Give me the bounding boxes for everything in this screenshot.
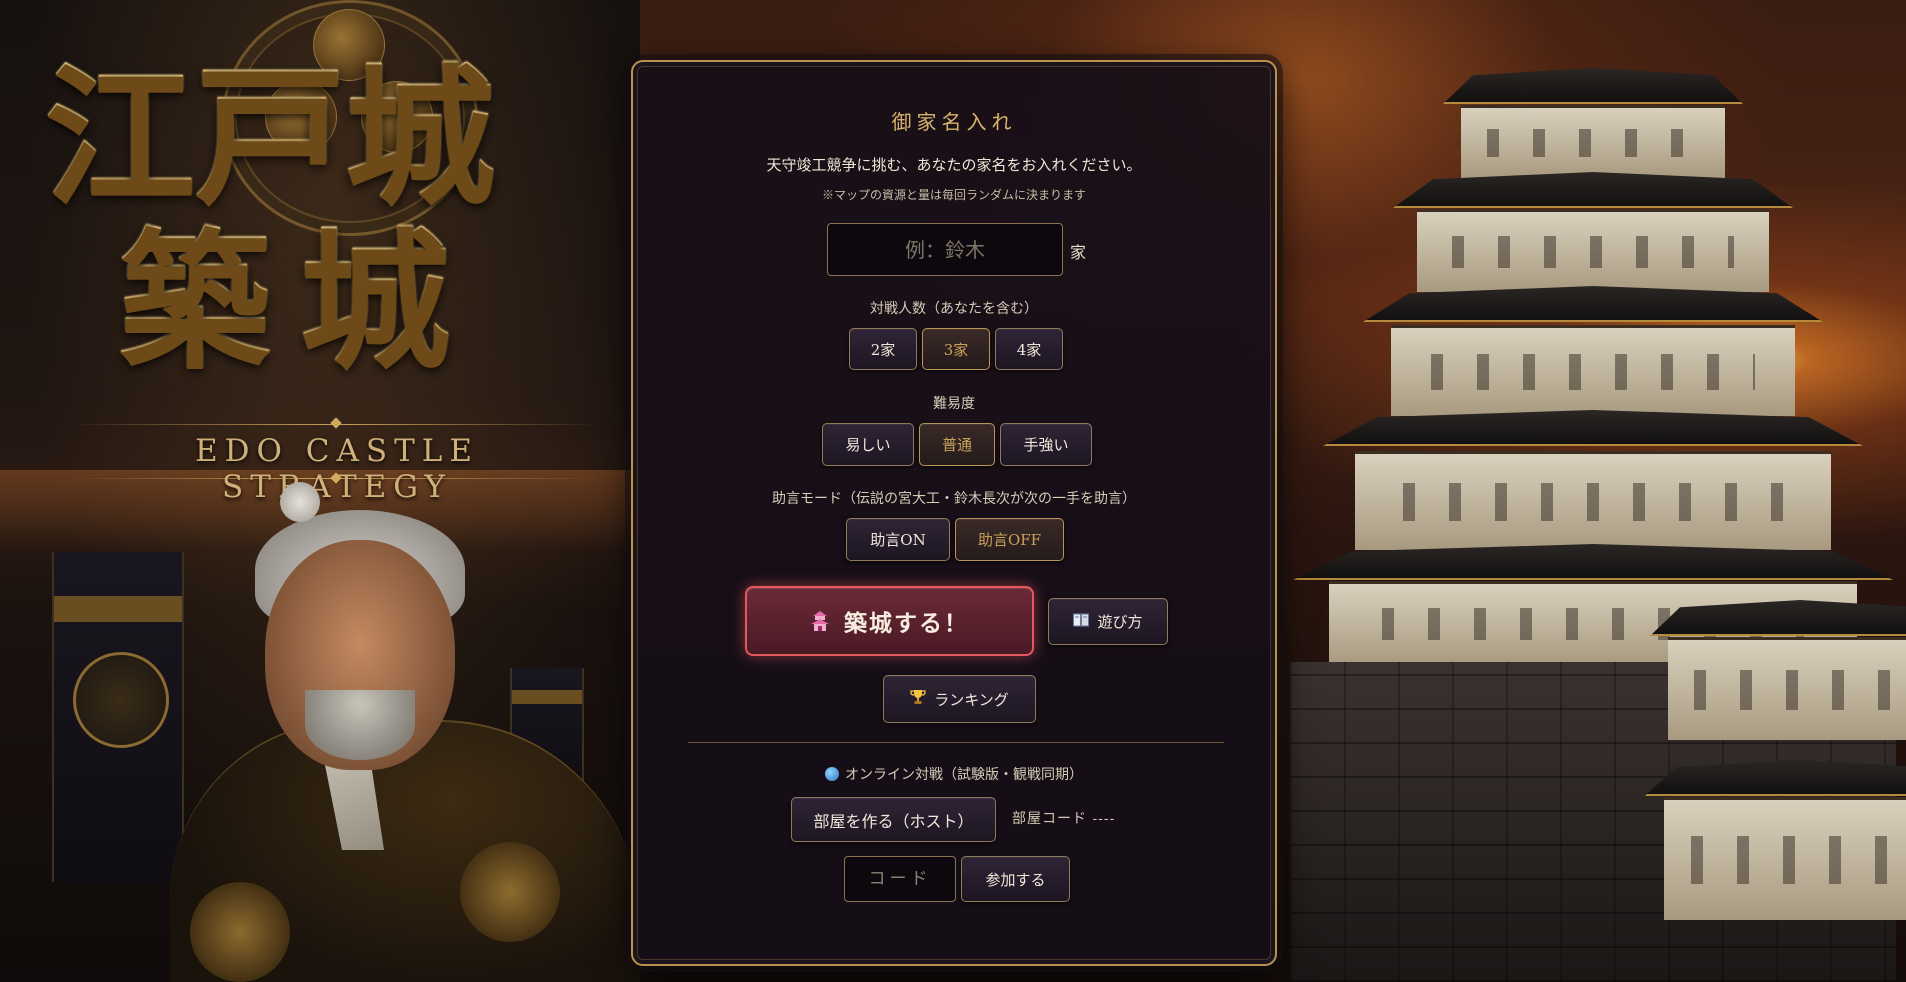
book-icon [1073, 613, 1090, 631]
players-3-button[interactable]: 3家 [922, 328, 990, 370]
advice-off-button[interactable]: 助言OFF [955, 518, 1064, 561]
online-battle-text: オンライン対戦（試験版・観戦同期） [845, 767, 1083, 783]
panel-note: ※マップの資源と量は毎回ランダムに決まります [821, 188, 1086, 202]
difficulty-easy-button[interactable]: 易しい [822, 423, 914, 466]
players-4-button[interactable]: 4家 [995, 328, 1063, 370]
clan-name-input[interactable] [827, 223, 1063, 276]
ranking-label: ランキング [934, 690, 1009, 709]
title-kanji-line1: 江戸城 [45, 49, 496, 225]
room-code-input[interactable] [844, 856, 956, 902]
start-build-button[interactable]: 築城する！ [745, 586, 1034, 656]
clan-name-panel: 御家名入れ 天守竣工競争に挑む、あなたの家名をお入れください。 ※マップの資源と… [631, 60, 1277, 966]
castle-artwork [1280, 40, 1906, 982]
section-divider [688, 742, 1224, 743]
join-room-button[interactable]: 参加する [961, 856, 1070, 902]
how-to-play-button[interactable]: 遊び方 [1048, 598, 1168, 645]
panel-heading: 御家名入れ [891, 110, 1017, 134]
trophy-icon [910, 689, 926, 709]
players-label: 対戦人数（あなたを含む） [870, 301, 1038, 317]
start-build-label: 築城する！ [844, 610, 969, 637]
players-2-button[interactable]: 2家 [849, 328, 917, 370]
ornament-diamond [330, 417, 342, 429]
title-kanji-line2: 築城 [120, 213, 481, 389]
ranking-button[interactable]: ランキング [883, 675, 1036, 723]
room-code-display: 部屋コード ---- [1012, 811, 1116, 827]
subtitle-english: EDO CASTLE STRATEGY [195, 433, 479, 505]
panel-lead-text: 天守竣工競争に挑む、あなたの家名をお入れください。 [766, 156, 1142, 174]
globe-icon [825, 767, 839, 781]
game-title-screen: 江戸城 築城 EDO CASTLE STRATEGY 御家名入れ 天守竣工競争に… [0, 0, 1906, 982]
create-room-button[interactable]: 部屋を作る（ホスト） [791, 797, 996, 842]
how-to-play-label: 遊び方 [1097, 613, 1143, 631]
difficulty-label: 難易度 [933, 396, 975, 412]
elder-carpenter-portrait [160, 482, 640, 982]
clan-suffix-label: 家 [1070, 243, 1087, 262]
online-battle-label: オンライン対戦（試験版・観戦同期） [633, 764, 1275, 784]
difficulty-normal-button[interactable]: 普通 [919, 423, 995, 466]
pagoda-icon [810, 610, 830, 632]
left-artwork: 江戸城 築城 EDO CASTLE STRATEGY [0, 0, 640, 982]
advice-mode-label: 助言モード（伝説の宮大工・鈴木長次が次の一手を助言） [772, 491, 1136, 507]
advice-on-button[interactable]: 助言ON [846, 518, 950, 561]
difficulty-hard-button[interactable]: 手強い [1000, 423, 1092, 466]
